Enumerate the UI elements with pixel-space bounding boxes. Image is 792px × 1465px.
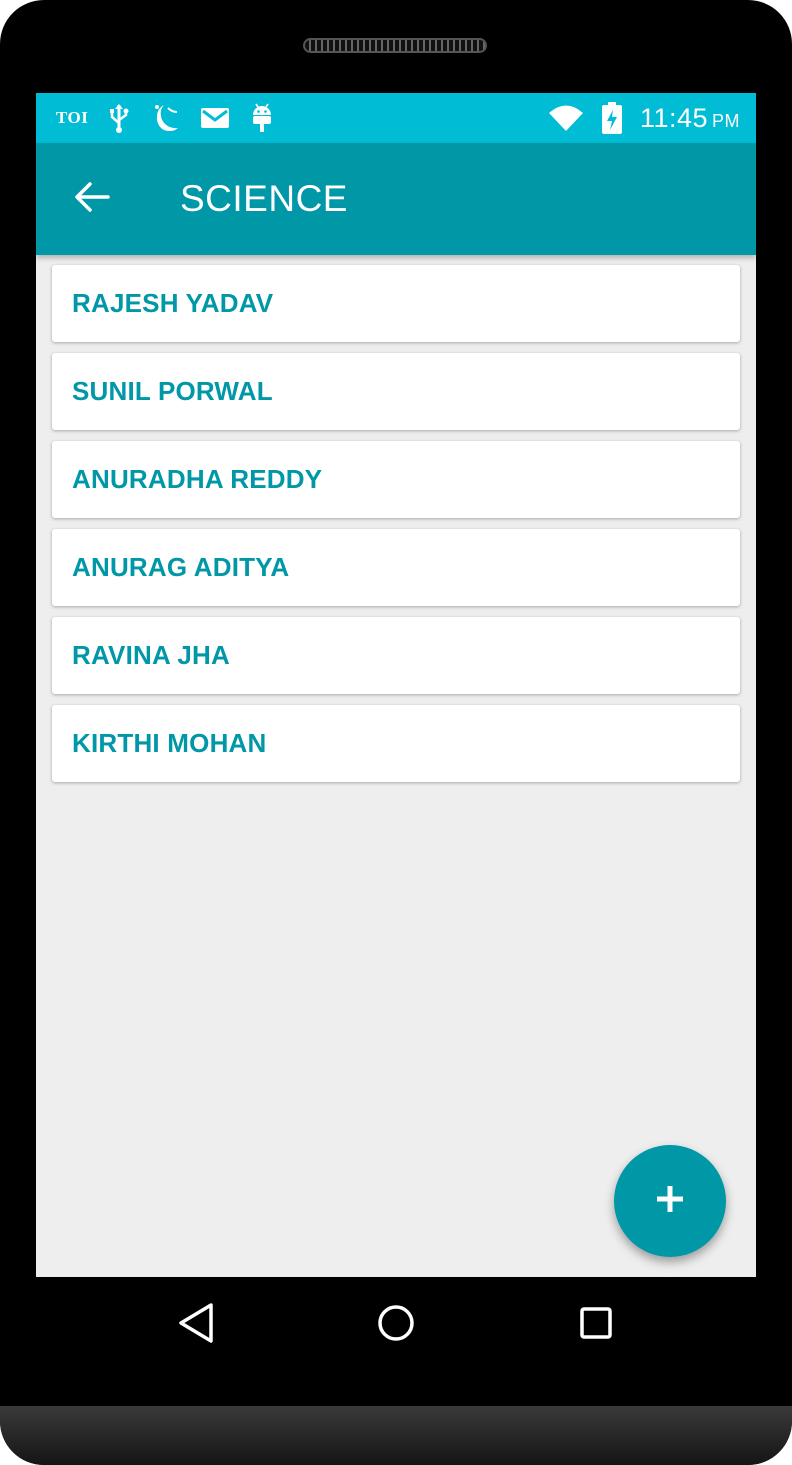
- phone-frame: TOI 11:45 PM SCIENCE RAJESH YADAV SUNIL …: [0, 0, 792, 1465]
- list-item-label: RAVINA JHA: [72, 640, 231, 670]
- clock-ampm: PM: [712, 110, 740, 131]
- app-bar: SCIENCE: [36, 143, 756, 255]
- mail-icon: [200, 106, 230, 130]
- list-item[interactable]: RAVINA JHA: [52, 617, 740, 694]
- moon-icon: [150, 102, 180, 134]
- toi-notification-text: TOI: [56, 108, 89, 127]
- list-item-label: RAJESH YADAV: [72, 288, 274, 318]
- list-item[interactable]: KIRTHI MOHAN: [52, 705, 740, 782]
- earpiece-speaker: [303, 38, 487, 53]
- nav-home-button[interactable]: [372, 1301, 420, 1349]
- notification-area: TOI: [56, 93, 274, 143]
- battery-charging-icon: [601, 102, 622, 134]
- navigation-bar: [36, 1277, 756, 1373]
- clock: 11:45 PM: [640, 103, 740, 134]
- nav-recents-button[interactable]: [572, 1301, 620, 1349]
- add-button[interactable]: [614, 1145, 726, 1257]
- system-status-area: 11:45 PM: [548, 93, 740, 143]
- list-item-label: SUNIL PORWAL: [72, 376, 273, 406]
- arrow-left-icon: [74, 181, 110, 218]
- home-circle-icon: [376, 1303, 416, 1348]
- clock-time: 11:45: [639, 102, 708, 133]
- back-triangle-icon: [176, 1301, 216, 1350]
- list-item[interactable]: ANURAG ADITYA: [52, 529, 740, 606]
- status-bar: TOI 11:45 PM: [36, 93, 756, 143]
- usb-icon: [108, 103, 130, 133]
- list-item[interactable]: ANURADHA REDDY: [52, 441, 740, 518]
- list-item-label: KIRTHI MOHAN: [72, 728, 267, 758]
- teacher-list: RAJESH YADAV SUNIL PORWAL ANURADHA REDDY…: [52, 265, 740, 793]
- android-icon: [250, 102, 274, 134]
- plus-icon: [655, 1184, 685, 1219]
- phone-bottom-bezel: [0, 1406, 792, 1465]
- page-title: SCIENCE: [180, 178, 348, 219]
- list-item[interactable]: RAJESH YADAV: [52, 265, 740, 342]
- back-button[interactable]: [66, 173, 118, 225]
- wifi-icon: [548, 104, 584, 132]
- list-item[interactable]: SUNIL PORWAL: [52, 353, 740, 430]
- list-item-label: ANURADHA REDDY: [72, 464, 323, 494]
- list-item-label: ANURAG ADITYA: [72, 552, 290, 582]
- recents-square-icon: [578, 1305, 614, 1346]
- app-screen: TOI 11:45 PM SCIENCE RAJESH YADAV SUNIL …: [36, 93, 756, 1277]
- nav-back-button[interactable]: [172, 1301, 220, 1349]
